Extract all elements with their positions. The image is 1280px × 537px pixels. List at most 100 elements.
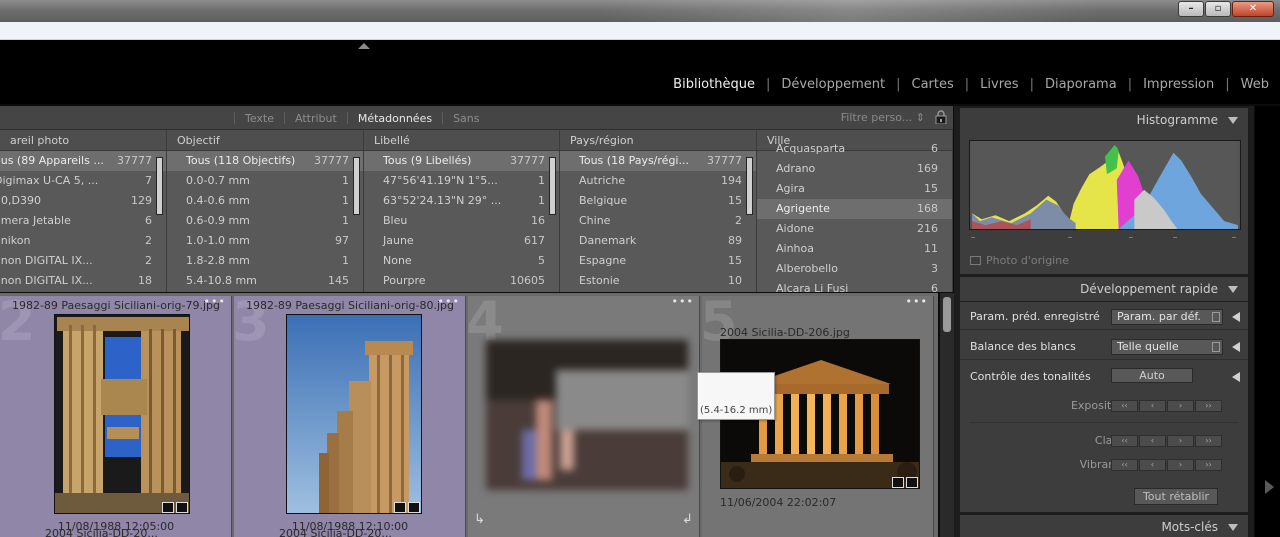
more-icon[interactable]: ••• <box>438 295 460 308</box>
checkbox-icon[interactable] <box>970 256 981 265</box>
list-item[interactable]: Ainhoa 11 <box>757 239 952 259</box>
list-item[interactable]: anikon 2 <box>0 231 166 251</box>
list-item[interactable]: 50,D390 129 <box>0 191 166 211</box>
list-item[interactable]: 1.0-1.0 mm 97 <box>167 231 363 251</box>
step-up-large-button[interactable]: ›› <box>1195 435 1222 447</box>
step-down-button[interactable]: ‹ <box>1139 459 1166 471</box>
maximize-button[interactable]: ▫ <box>1205 1 1231 17</box>
list-item[interactable]: 0.4-0.6 mm 1 <box>167 191 363 211</box>
list-item[interactable]: amera Jetable 6 <box>0 211 166 231</box>
keywords-header[interactable]: Mots-clés <box>960 515 1248 537</box>
list-item[interactable]: ous (89 Appareils ... 37777 <box>0 151 166 171</box>
keyword-badge-icon[interactable] <box>892 477 904 488</box>
collapse-keywords-icon[interactable] <box>1228 524 1238 531</box>
more-icon[interactable]: ••• <box>204 295 226 308</box>
list-item[interactable]: Autriche 194 <box>560 171 756 191</box>
module-tab[interactable]: Bibliothèque <box>662 77 766 92</box>
list-item[interactable]: Danemark 89 <box>560 231 756 251</box>
step-down-large-button[interactable]: ‹‹ <box>1111 435 1138 447</box>
close-button[interactable]: ✕ <box>1232 1 1274 17</box>
filter-tab[interactable]: Sans <box>445 112 487 125</box>
step-down-large-button[interactable]: ‹‹ <box>1111 400 1138 412</box>
comment-badge-icon[interactable] <box>906 477 918 488</box>
saved-preset-select[interactable]: Param. par déf. <box>1111 309 1223 325</box>
filter-tab[interactable]: Texte <box>237 112 282 125</box>
column-header[interactable]: Pays/région <box>560 130 756 151</box>
expand-left-icon[interactable] <box>1232 372 1240 382</box>
column-header[interactable]: Libellé <box>364 130 559 151</box>
filter-tab[interactable]: Attribut <box>287 112 345 125</box>
original-photo-toggle[interactable]: Photo d'origine <box>970 254 1069 267</box>
step-down-button[interactable]: ‹ <box>1139 435 1166 447</box>
reset-all-button[interactable]: Tout rétablir <box>1134 488 1218 505</box>
grid-cell[interactable]: 2 1982-89 Paesaggi Siciliani-orig-79.jpg… <box>0 295 232 537</box>
list-item[interactable]: Espagne 15 <box>560 251 756 271</box>
collapse-top-panel-icon[interactable] <box>358 43 370 49</box>
step-up-button[interactable]: › <box>1167 435 1194 447</box>
list-item[interactable]: Belgique 15 <box>560 191 756 211</box>
list-item[interactable]: 63°52'24.13"N 29° ... 1 <box>364 191 559 211</box>
list-item[interactable]: 0.6-0.9 mm 1 <box>167 211 363 231</box>
module-tab[interactable]: Cartes <box>901 77 965 92</box>
list-item[interactable]: Bleu 16 <box>364 211 559 231</box>
filter-preset-select[interactable]: Filtre perso... ⇕ <box>841 111 925 124</box>
column-header[interactable]: areil photo <box>0 130 166 151</box>
white-balance-select[interactable]: Telle quelle <box>1111 339 1223 355</box>
step-up-large-button[interactable]: ›› <box>1195 459 1222 471</box>
list-item[interactable]: anon DIGITAL IX... 2 <box>0 251 166 271</box>
histogram-header[interactable]: Histogramme <box>960 108 1248 132</box>
module-tab[interactable]: Web <box>1230 77 1280 92</box>
list-item[interactable]: Acquasparta 6 <box>757 139 952 159</box>
expand-left-icon[interactable] <box>1232 342 1240 352</box>
list-item[interactable]: Estonie 10 <box>560 271 756 291</box>
column-scrollbar[interactable] <box>746 157 753 215</box>
rotate-left-icon[interactable]: ↳ <box>474 512 485 527</box>
column-scrollbar[interactable] <box>353 157 360 215</box>
photo-thumbnail[interactable] <box>286 314 422 514</box>
module-tab[interactable]: Livres <box>969 77 1029 92</box>
step-down-button[interactable]: ‹ <box>1139 400 1166 412</box>
step-up-button[interactable]: › <box>1167 459 1194 471</box>
grid-cell[interactable]: 3 1982-89 Paesaggi Siciliani-orig-80.jpg… <box>232 295 466 537</box>
keyword-badge-icon[interactable] <box>162 502 174 513</box>
list-item[interactable]: Alberobello 3 <box>757 259 952 279</box>
collapse-quick-develop-icon[interactable] <box>1228 286 1238 293</box>
more-icon[interactable]: ••• <box>906 295 928 308</box>
list-item[interactable]: Pourpre 10605 <box>364 271 559 291</box>
list-item[interactable]: anon DIGITAL IX... 18 <box>0 271 166 291</box>
column-header[interactable]: Objectif <box>167 130 363 151</box>
module-tab[interactable]: Diaporama <box>1034 77 1128 92</box>
list-item[interactable]: Alcara Li Fusi 6 <box>757 279 952 292</box>
list-item[interactable]: Tous (18 Pays/régi... 37777 <box>560 151 756 171</box>
list-item[interactable]: Aidone 216 <box>757 219 952 239</box>
minimize-button[interactable]: – <box>1178 1 1204 17</box>
list-item[interactable]: 47°56'41.19"N 1°5... 1 <box>364 171 559 191</box>
keyword-badge-icon[interactable] <box>394 502 406 513</box>
comment-badge-icon[interactable] <box>176 502 188 513</box>
list-item[interactable]: Jaune 617 <box>364 231 559 251</box>
list-item[interactable]: Digimax U-CA 5, ... 7 <box>0 171 166 191</box>
more-icon[interactable]: ••• <box>672 295 694 308</box>
list-item[interactable]: Agira 15 <box>757 179 952 199</box>
module-tab[interactable]: Développement <box>770 77 896 92</box>
photo-thumbnail[interactable] <box>54 314 190 514</box>
quick-develop-header[interactable]: Développement rapide <box>960 277 1248 301</box>
list-item[interactable]: Agrigente 168 <box>757 199 952 219</box>
grid-scroll-thumb[interactable] <box>943 297 951 332</box>
rotate-right-icon[interactable]: ↲ <box>682 512 693 527</box>
collapse-histogram-icon[interactable] <box>1228 117 1238 124</box>
list-item[interactable]: Tous (118 Objectifs) 37777 <box>167 151 363 171</box>
expand-filmstrip-icon[interactable] <box>1265 480 1274 494</box>
filter-tab[interactable]: Métadonnées <box>350 112 440 125</box>
step-up-large-button[interactable]: ›› <box>1195 400 1222 412</box>
module-tab[interactable]: Impression <box>1132 77 1225 92</box>
column-scrollbar[interactable] <box>549 157 556 215</box>
column-scrollbar[interactable] <box>156 157 163 215</box>
comment-badge-icon[interactable] <box>408 502 420 513</box>
grid-cell[interactable]: 4 ••• ↳ ↲ <box>466 295 700 537</box>
list-item[interactable]: Adrano 169 <box>757 159 952 179</box>
step-up-button[interactable]: › <box>1167 400 1194 412</box>
list-item[interactable]: 1.8-2.8 mm 1 <box>167 251 363 271</box>
list-item[interactable]: Chine 2 <box>560 211 756 231</box>
expand-left-icon[interactable] <box>1232 312 1240 322</box>
